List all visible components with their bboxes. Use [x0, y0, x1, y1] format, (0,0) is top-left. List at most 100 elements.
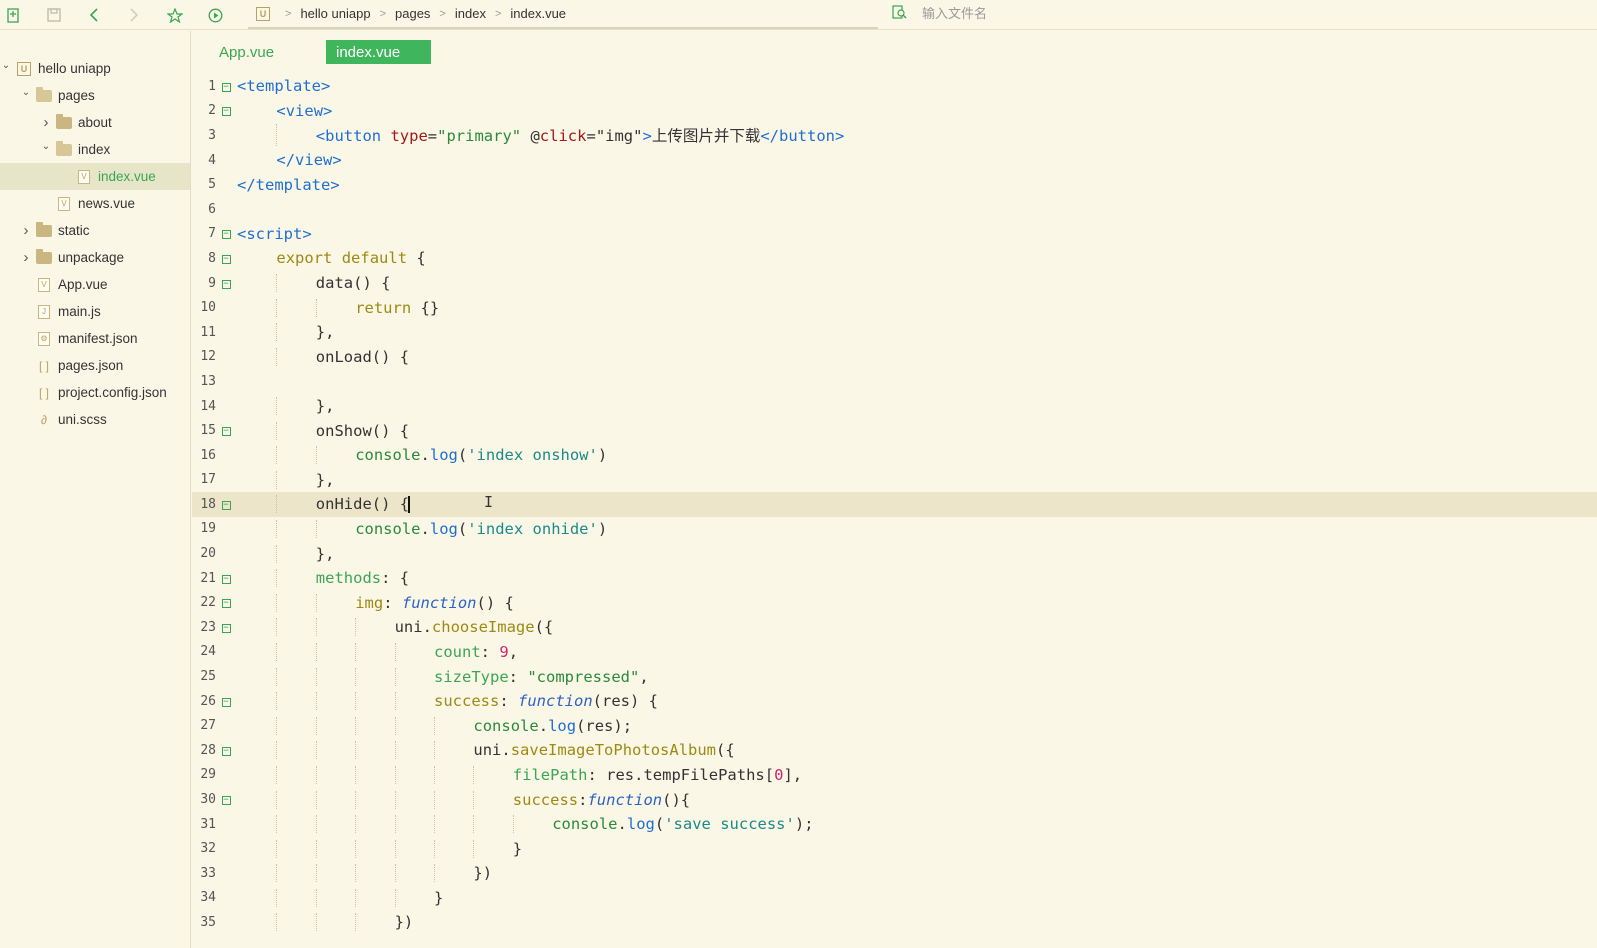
indent-guide	[512, 815, 514, 834]
code-line[interactable]: 23− uni.chooseImage({	[192, 615, 1597, 640]
tree-item[interactable]: Jmain.js	[0, 298, 190, 325]
breadcrumb-item[interactable]: hello uniapp	[300, 6, 370, 21]
tree-item[interactable]: [ ] pages.json	[0, 352, 190, 379]
code-token: log	[548, 716, 577, 735]
code-token: methods	[315, 569, 382, 588]
code-line[interactable]: 35})	[192, 910, 1597, 935]
indent-guide	[355, 913, 357, 932]
code-line[interactable]: 19 console.log('index onhide')	[192, 517, 1597, 542]
fold-toggle-icon[interactable]: −	[218, 228, 234, 240]
fold-toggle-icon[interactable]: −	[218, 696, 234, 707]
star-icon[interactable]	[165, 5, 185, 25]
tree-item-label: pages	[58, 88, 95, 103]
tree-item[interactable]: ⌄ index	[0, 136, 190, 163]
fold-toggle-icon[interactable]: −	[218, 81, 234, 92]
back-icon[interactable]	[84, 5, 104, 25]
fold-toggle-icon[interactable]: −	[218, 622, 234, 633]
code-line[interactable]: 28− uni.saveImageToPhotosAlbum({	[192, 738, 1597, 763]
code-line[interactable]: 1− <template>	[192, 74, 1597, 99]
code-token: },	[315, 544, 335, 563]
line-number: 17	[200, 472, 216, 488]
fold-toggle-icon[interactable]: −	[218, 794, 234, 806]
fold-toggle-icon[interactable]: −	[218, 573, 234, 584]
line-number: 18	[200, 496, 216, 512]
code-line[interactable]: 34}	[192, 886, 1597, 911]
code-line[interactable]: 22− img: function() {	[192, 590, 1597, 615]
forward-icon[interactable]	[124, 5, 144, 25]
tree-item[interactable]: › unpackage	[0, 244, 190, 271]
code-line[interactable]: 7− <script>	[192, 222, 1597, 247]
fold-toggle-icon[interactable]: −	[218, 253, 234, 264]
tab-index-vue[interactable]: index.vue	[326, 40, 431, 64]
tree-item[interactable]: [ ] project.config.json	[0, 379, 190, 406]
chevron-right-icon[interactable]: ›	[40, 114, 52, 131]
code-line[interactable]: 11},	[192, 320, 1597, 345]
code-line[interactable]: 9− data() {	[192, 271, 1597, 296]
code-line[interactable]: 32}	[192, 836, 1597, 861]
tree-item[interactable]: › static	[0, 217, 190, 244]
code-line[interactable]: 8− export default {	[192, 246, 1597, 271]
code-line[interactable]: 13	[192, 369, 1597, 394]
tree-item[interactable]: ⌄ pages	[0, 82, 190, 109]
indent-guide	[276, 913, 278, 932]
code-line[interactable]: 29 filePath: res.tempFilePaths[0],	[192, 763, 1597, 788]
chevron-right-icon: >	[285, 7, 292, 20]
code-line[interactable]: 15− onShow() {	[192, 418, 1597, 443]
code-line[interactable]: 27 console.log(res);	[192, 713, 1597, 738]
tab-app-vue[interactable]: App.vue	[209, 40, 284, 64]
tree-item[interactable]: Vnews.vue	[0, 190, 190, 217]
indent-guide	[276, 716, 278, 735]
new-file-icon[interactable]	[4, 5, 24, 25]
fold-toggle-icon[interactable]: −	[218, 105, 234, 117]
chevron-down-icon[interactable]: ⌄	[0, 60, 12, 71]
code-line[interactable]: 4 </view>	[192, 148, 1597, 173]
save-icon[interactable]	[44, 5, 64, 25]
code-line[interactable]: 5 </template>	[192, 172, 1597, 197]
breadcrumb-item[interactable]: index.vue	[510, 6, 566, 21]
code-line[interactable]: 24 count: 9,	[192, 640, 1597, 665]
code-line[interactable]: 33})	[192, 861, 1597, 886]
code-line[interactable]: 12 onLoad() {	[192, 345, 1597, 370]
tree-item-label: index.vue	[98, 169, 156, 184]
run-icon[interactable]	[205, 5, 225, 25]
code-line[interactable]: 6	[192, 197, 1597, 222]
tree-item[interactable]: › about	[0, 109, 190, 136]
code-line[interactable]: 14},	[192, 394, 1597, 419]
code-line[interactable]: 3 <button type="primary" @click="img">上传图…	[192, 123, 1597, 148]
code-line[interactable]: 26− success: function(res) {	[192, 689, 1597, 714]
chevron-right-icon[interactable]: ›	[20, 249, 32, 266]
code-line[interactable]: 16 console.log('index onshow')	[192, 443, 1597, 468]
code-token: console	[355, 519, 421, 538]
code-line[interactable]: 2− <view>	[192, 99, 1597, 124]
code-editor[interactable]: 1− <template> 2− <view> 3 <button type="prima…	[192, 74, 1597, 948]
tree-item[interactable]: V App.vue	[0, 271, 190, 298]
fold-toggle-icon[interactable]: −	[218, 597, 234, 609]
tree-item[interactable]: ⚙ manifest.json	[0, 325, 190, 352]
code-line[interactable]: 17},	[192, 468, 1597, 493]
fold-toggle-icon[interactable]: −	[218, 499, 234, 510]
file-search-input[interactable]	[922, 7, 1522, 22]
chevron-down-icon[interactable]: ⌄	[20, 87, 32, 98]
fold-toggle-icon[interactable]: −	[218, 425, 234, 437]
chevron-down-icon[interactable]: ⌄	[40, 141, 52, 152]
indent-guide	[315, 298, 317, 317]
fold-toggle-icon[interactable]: −	[218, 278, 234, 289]
find-file-icon[interactable]	[892, 5, 912, 24]
code-line[interactable]: 30− success:function(){	[192, 787, 1597, 812]
code-token: {	[407, 249, 426, 268]
code-line[interactable]: 31 console.log('save success');	[192, 812, 1597, 837]
chevron-right-icon[interactable]: ›	[20, 222, 32, 239]
fold-toggle-icon[interactable]: −	[218, 745, 234, 756]
breadcrumb-item[interactable]: index	[455, 6, 486, 21]
tree-item[interactable]: Vindex.vue	[0, 163, 190, 190]
code-line[interactable]: 25 sizeType: "compressed",	[192, 664, 1597, 689]
code-line[interactable]: 20},	[192, 541, 1597, 566]
tree-item[interactable]: ⌄ Uhello uniapp	[0, 55, 190, 82]
breadcrumb-item[interactable]: pages	[395, 6, 430, 21]
code-line[interactable]: 10 return {}	[192, 295, 1597, 320]
indent-guide	[473, 815, 475, 834]
code-line[interactable]: 21− methods: {	[192, 566, 1597, 591]
tree-item[interactable]: ∂ uni.scss	[0, 406, 190, 433]
code-line[interactable]: 18− onHide() {I	[192, 492, 1597, 517]
indent-guide	[276, 815, 278, 834]
